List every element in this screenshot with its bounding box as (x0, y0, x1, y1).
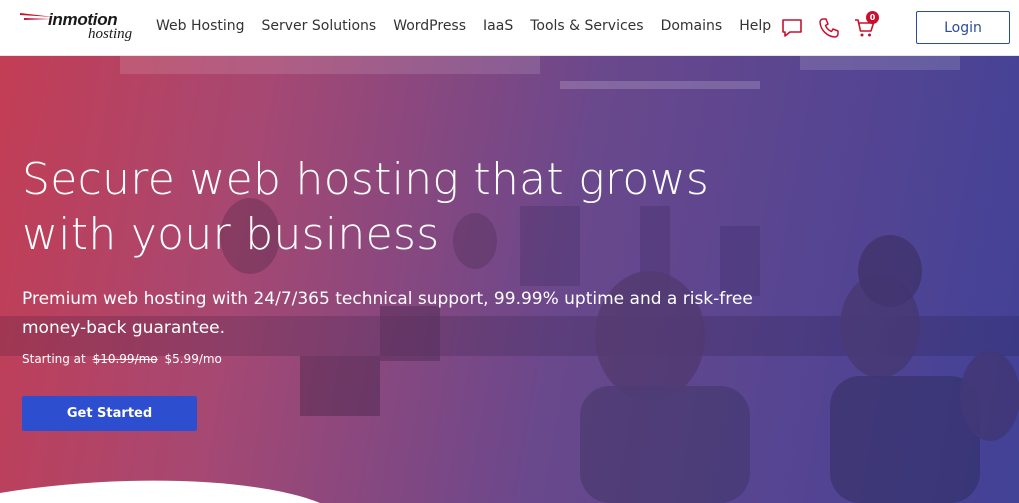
nav-tools-services[interactable]: Tools & Services (530, 18, 643, 34)
new-price: $5.99/mo (164, 352, 222, 366)
hero-headline: Secure web hosting that grows with your … (22, 154, 710, 260)
nav-iaas[interactable]: IaaS (483, 18, 513, 34)
get-started-button[interactable]: Get Started (22, 396, 197, 431)
nav-help[interactable]: Help (739, 18, 771, 34)
hero-bottom-wave (0, 480, 320, 503)
price-line: Starting at $10.99/mo $5.99/mo (22, 352, 222, 366)
login-button[interactable]: Login (916, 11, 1010, 44)
chat-bubble-icon[interactable] (780, 16, 804, 40)
nav-server-solutions[interactable]: Server Solutions (262, 18, 377, 34)
phone-icon[interactable] (817, 16, 841, 40)
cart-count-badge: 0 (866, 11, 879, 24)
nav-domains[interactable]: Domains (661, 18, 723, 34)
site-header: inmotion hosting Web Hosting Server Solu… (0, 0, 1019, 56)
hero-section: Secure web hosting that grows with your … (0, 56, 1019, 503)
logo-subtext: hosting (88, 26, 133, 42)
nav-web-hosting[interactable]: Web Hosting (156, 18, 245, 34)
main-nav: Web Hosting Server Solutions WordPress I… (156, 18, 788, 34)
hero-subheading: Premium web hosting with 24/7/365 techni… (22, 289, 753, 338)
old-price: $10.99/mo (92, 352, 158, 366)
nav-wordpress[interactable]: WordPress (393, 18, 466, 34)
starting-at-label: Starting at (22, 352, 86, 366)
inmotion-logo[interactable]: inmotion hosting (18, 10, 140, 44)
office-photo-background (0, 56, 1019, 503)
